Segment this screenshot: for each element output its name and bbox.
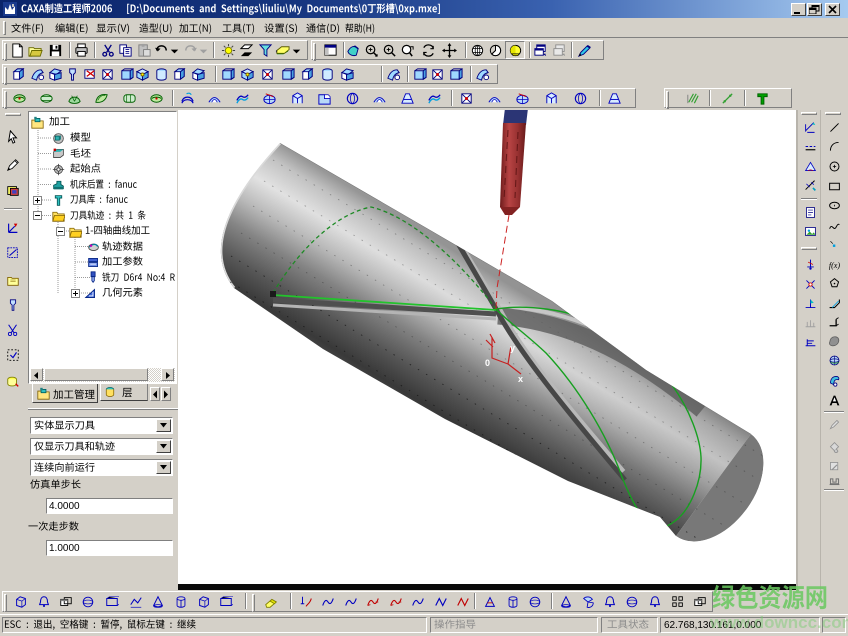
svg-text:y: y <box>510 343 515 353</box>
svg-text:0: 0 <box>485 358 490 368</box>
svg-text:x: x <box>518 374 523 384</box>
svg-text:f(x): f(x) <box>828 260 840 269</box>
